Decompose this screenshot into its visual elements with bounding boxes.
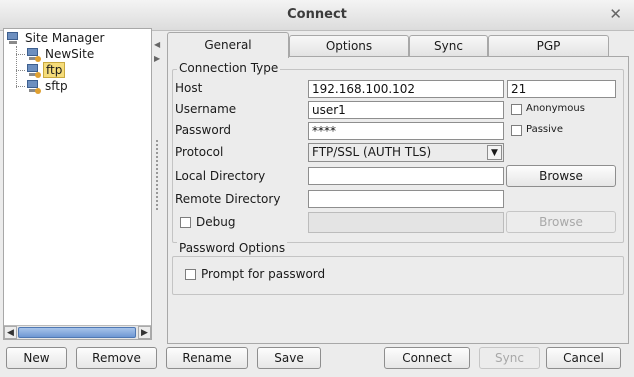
local-directory-input[interactable]	[308, 167, 504, 185]
debug-label: Debug	[196, 215, 236, 229]
computer-icon	[26, 79, 41, 94]
tree-root-site-manager[interactable]: Site Manager	[6, 30, 106, 46]
password-label: Password	[175, 123, 232, 137]
horizontal-scrollbar[interactable]: ◀ ▶	[4, 325, 151, 339]
tree-item-ftp[interactable]: ftp	[26, 62, 66, 78]
rename-button[interactable]: Rename	[166, 347, 248, 369]
tab-general[interactable]: General	[167, 32, 289, 58]
tree-item-label: sftp	[45, 79, 68, 93]
title-bar: Connect ✕	[0, 0, 634, 31]
tree-item-label: ftp	[43, 62, 66, 78]
protocol-label: Protocol	[175, 145, 224, 159]
tree-connector	[16, 70, 25, 71]
tree-item-newsite[interactable]: NewSite	[26, 46, 96, 62]
protocol-select-value: FTP/SSL (AUTH TLS)	[312, 145, 432, 159]
local-directory-label: Local Directory	[175, 169, 266, 183]
tab-sync[interactable]: Sync	[409, 35, 488, 57]
cancel-button[interactable]: Cancel	[546, 347, 621, 369]
scrollbar-thumb[interactable]	[18, 327, 136, 338]
tab-options[interactable]: Options	[289, 35, 409, 57]
sync-button: Sync	[479, 347, 540, 369]
save-button[interactable]: Save	[257, 347, 321, 369]
debug-input	[308, 212, 504, 233]
general-tab-panel: Connection Type Host Username Anonymous …	[167, 56, 629, 344]
remove-button[interactable]: Remove	[76, 347, 157, 369]
new-button[interactable]: New	[6, 347, 67, 369]
browse-debug-button: Browse	[506, 211, 616, 233]
browse-local-button[interactable]: Browse	[506, 165, 616, 187]
scroll-right-icon[interactable]: ▶	[138, 326, 151, 339]
tree-connector	[16, 46, 17, 88]
splitter-grip	[156, 140, 158, 210]
tree-item-sftp[interactable]: sftp	[26, 78, 70, 94]
tree-root-label: Site Manager	[25, 31, 105, 45]
username-input[interactable]	[308, 101, 504, 119]
connection-type-title: Connection Type	[177, 61, 281, 75]
passive-label: Passive	[526, 124, 563, 135]
computer-icon	[26, 63, 41, 78]
host-label: Host	[175, 81, 203, 95]
panel-splitter[interactable]: ◀ ▶	[154, 40, 160, 340]
window-title: Connect	[287, 7, 347, 22]
close-icon[interactable]: ✕	[609, 5, 622, 23]
anonymous-label: Anonymous	[526, 103, 585, 114]
debug-checkbox[interactable]	[180, 217, 191, 228]
password-input[interactable]	[308, 122, 504, 140]
scroll-left-icon[interactable]: ◀	[4, 326, 17, 339]
prompt-password-label: Prompt for password	[201, 267, 326, 281]
chevron-down-icon[interactable]: ▼	[487, 145, 502, 160]
password-options-title: Password Options	[177, 241, 288, 255]
username-label: Username	[175, 102, 237, 116]
tree-connector	[16, 54, 25, 55]
collapse-left-icon[interactable]: ◀	[154, 40, 160, 49]
computer-icon	[6, 31, 20, 45]
anonymous-checkbox[interactable]	[511, 104, 522, 115]
protocol-select[interactable]: FTP/SSL (AUTH TLS) ▼	[308, 143, 504, 162]
tree-connector	[16, 86, 25, 87]
remote-directory-input[interactable]	[308, 190, 504, 208]
port-input[interactable]	[507, 80, 616, 98]
tree-item-label: NewSite	[45, 47, 95, 61]
tab-pgp[interactable]: PGP	[488, 35, 609, 57]
expand-right-icon[interactable]: ▶	[154, 54, 160, 63]
passive-checkbox[interactable]	[511, 125, 522, 136]
connect-button[interactable]: Connect	[384, 347, 470, 369]
site-tree[interactable]: Site Manager NewSite ftp sftp ◀ ▶	[3, 28, 152, 340]
prompt-password-checkbox[interactable]	[185, 269, 196, 280]
computer-icon	[26, 47, 41, 62]
host-input[interactable]	[308, 80, 504, 98]
remote-directory-label: Remote Directory	[175, 192, 281, 206]
